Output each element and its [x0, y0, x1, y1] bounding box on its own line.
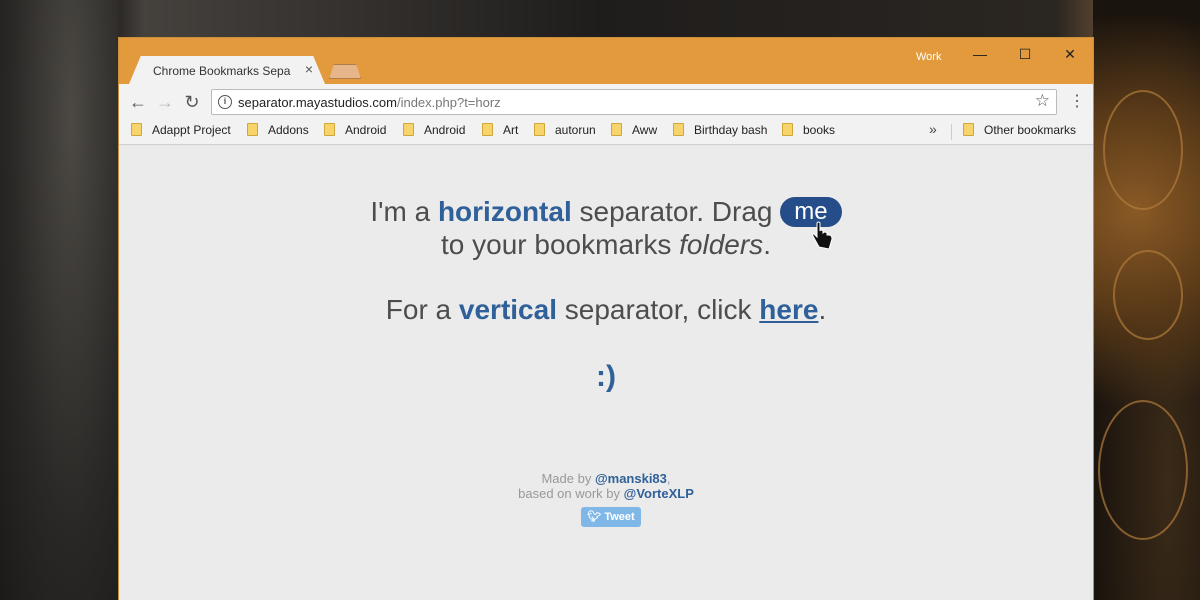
browser-window: Chrome Bookmarks Sepa × Work — ☐ ✕ ← → ↻…: [118, 37, 1094, 600]
folder-icon: [611, 123, 622, 136]
forward-arrow-icon[interactable]: →: [154, 91, 176, 113]
horizontal-word: horizontal: [437, 196, 572, 227]
url-host: separator.mayastudios.com: [238, 95, 397, 110]
folder-icon: [534, 123, 545, 136]
bookmark-folder-birthday-bash[interactable]: Birthday bash: [673, 123, 767, 141]
smiley: :): [596, 360, 616, 393]
toolbar: ← → ↻ i separator.mayastudios.com/index.…: [119, 84, 1093, 118]
vertical-separator-line: For a vertical separator, click here.: [385, 294, 827, 325]
folder-icon: [131, 123, 142, 136]
close-button[interactable]: ✕: [1055, 44, 1085, 64]
desktop-background-left: [0, 0, 118, 600]
tweet-button[interactable]: 🐦︎ Tweet: [581, 507, 641, 527]
bookmark-folder-other-bookmarks[interactable]: Other bookmarks: [963, 123, 1076, 141]
folder-icon: [782, 123, 793, 136]
headline-line-2: to your bookmarks folders.: [441, 229, 771, 260]
folder-icon: [247, 123, 258, 136]
folder-icon: [403, 123, 414, 136]
vertical-word: vertical: [458, 294, 557, 325]
profile-label[interactable]: Work: [916, 51, 941, 65]
folder-icon: [482, 123, 493, 136]
page-content: I'm a horizontal separator. Drag me to y…: [119, 146, 1093, 600]
minimize-button[interactable]: —: [965, 44, 995, 64]
bookmark-folder-android[interactable]: Android: [324, 123, 386, 141]
bookmark-folder-android-2[interactable]: Android: [403, 123, 465, 141]
folder-icon: [324, 123, 335, 136]
tab-title: Chrome Bookmarks Sepa: [153, 64, 291, 78]
hand-pointer-cursor-icon: [812, 221, 833, 250]
bookmarks-divider: [951, 124, 952, 140]
bookmark-star-icon[interactable]: ☆: [1035, 91, 1050, 111]
bookmark-folder-autorun[interactable]: autorun: [534, 123, 596, 141]
bookmarks-bar: Adappt Project Addons Android Android Ar…: [119, 118, 1093, 145]
bookmark-folder-aww[interactable]: Aww: [611, 123, 657, 141]
info-icon[interactable]: i: [218, 95, 232, 109]
bookmark-folder-adappt-project[interactable]: Adappt Project: [131, 123, 231, 141]
reload-icon[interactable]: ↻: [181, 91, 203, 113]
vortexlp-link[interactable]: @VorteXLP: [624, 486, 694, 501]
tab-close-icon[interactable]: ×: [302, 62, 316, 76]
maximize-button[interactable]: ☐: [1010, 44, 1040, 64]
url-text[interactable]: separator.mayastudios.com/index.php?t=ho…: [238, 95, 501, 110]
folder-icon: [963, 123, 974, 136]
url-path: /index.php?t=horz: [396, 95, 501, 110]
address-bar[interactable]: i separator.mayastudios.com/index.php?t=…: [211, 89, 1057, 115]
folder-icon: [673, 123, 684, 136]
titlebar: Chrome Bookmarks Sepa × Work — ☐ ✕: [119, 38, 1093, 84]
bookmarks-overflow-chevron-icon[interactable]: »: [929, 121, 937, 137]
bookmark-folder-addons[interactable]: Addons: [247, 123, 309, 141]
folders-word: folders: [679, 229, 764, 260]
menu-kebab-icon[interactable]: ⋮: [1069, 91, 1085, 113]
credit-line-1: Made by @manski83,: [541, 471, 671, 486]
manski83-link[interactable]: @manski83: [595, 471, 667, 486]
back-arrow-icon[interactable]: ←: [127, 91, 149, 113]
bookmark-folder-books[interactable]: books: [782, 123, 835, 141]
twitter-bird-icon: 🐦︎: [587, 511, 602, 523]
bookmark-folder-art[interactable]: Art: [482, 123, 518, 141]
here-link[interactable]: here: [759, 294, 818, 325]
desktop-background-right: [1093, 0, 1200, 600]
credit-line-2: based on work by @VorteXLP: [518, 486, 694, 501]
headline-line-1: I'm a horizontal separator. Drag me: [119, 196, 1093, 228]
new-tab-button[interactable]: [329, 64, 361, 79]
